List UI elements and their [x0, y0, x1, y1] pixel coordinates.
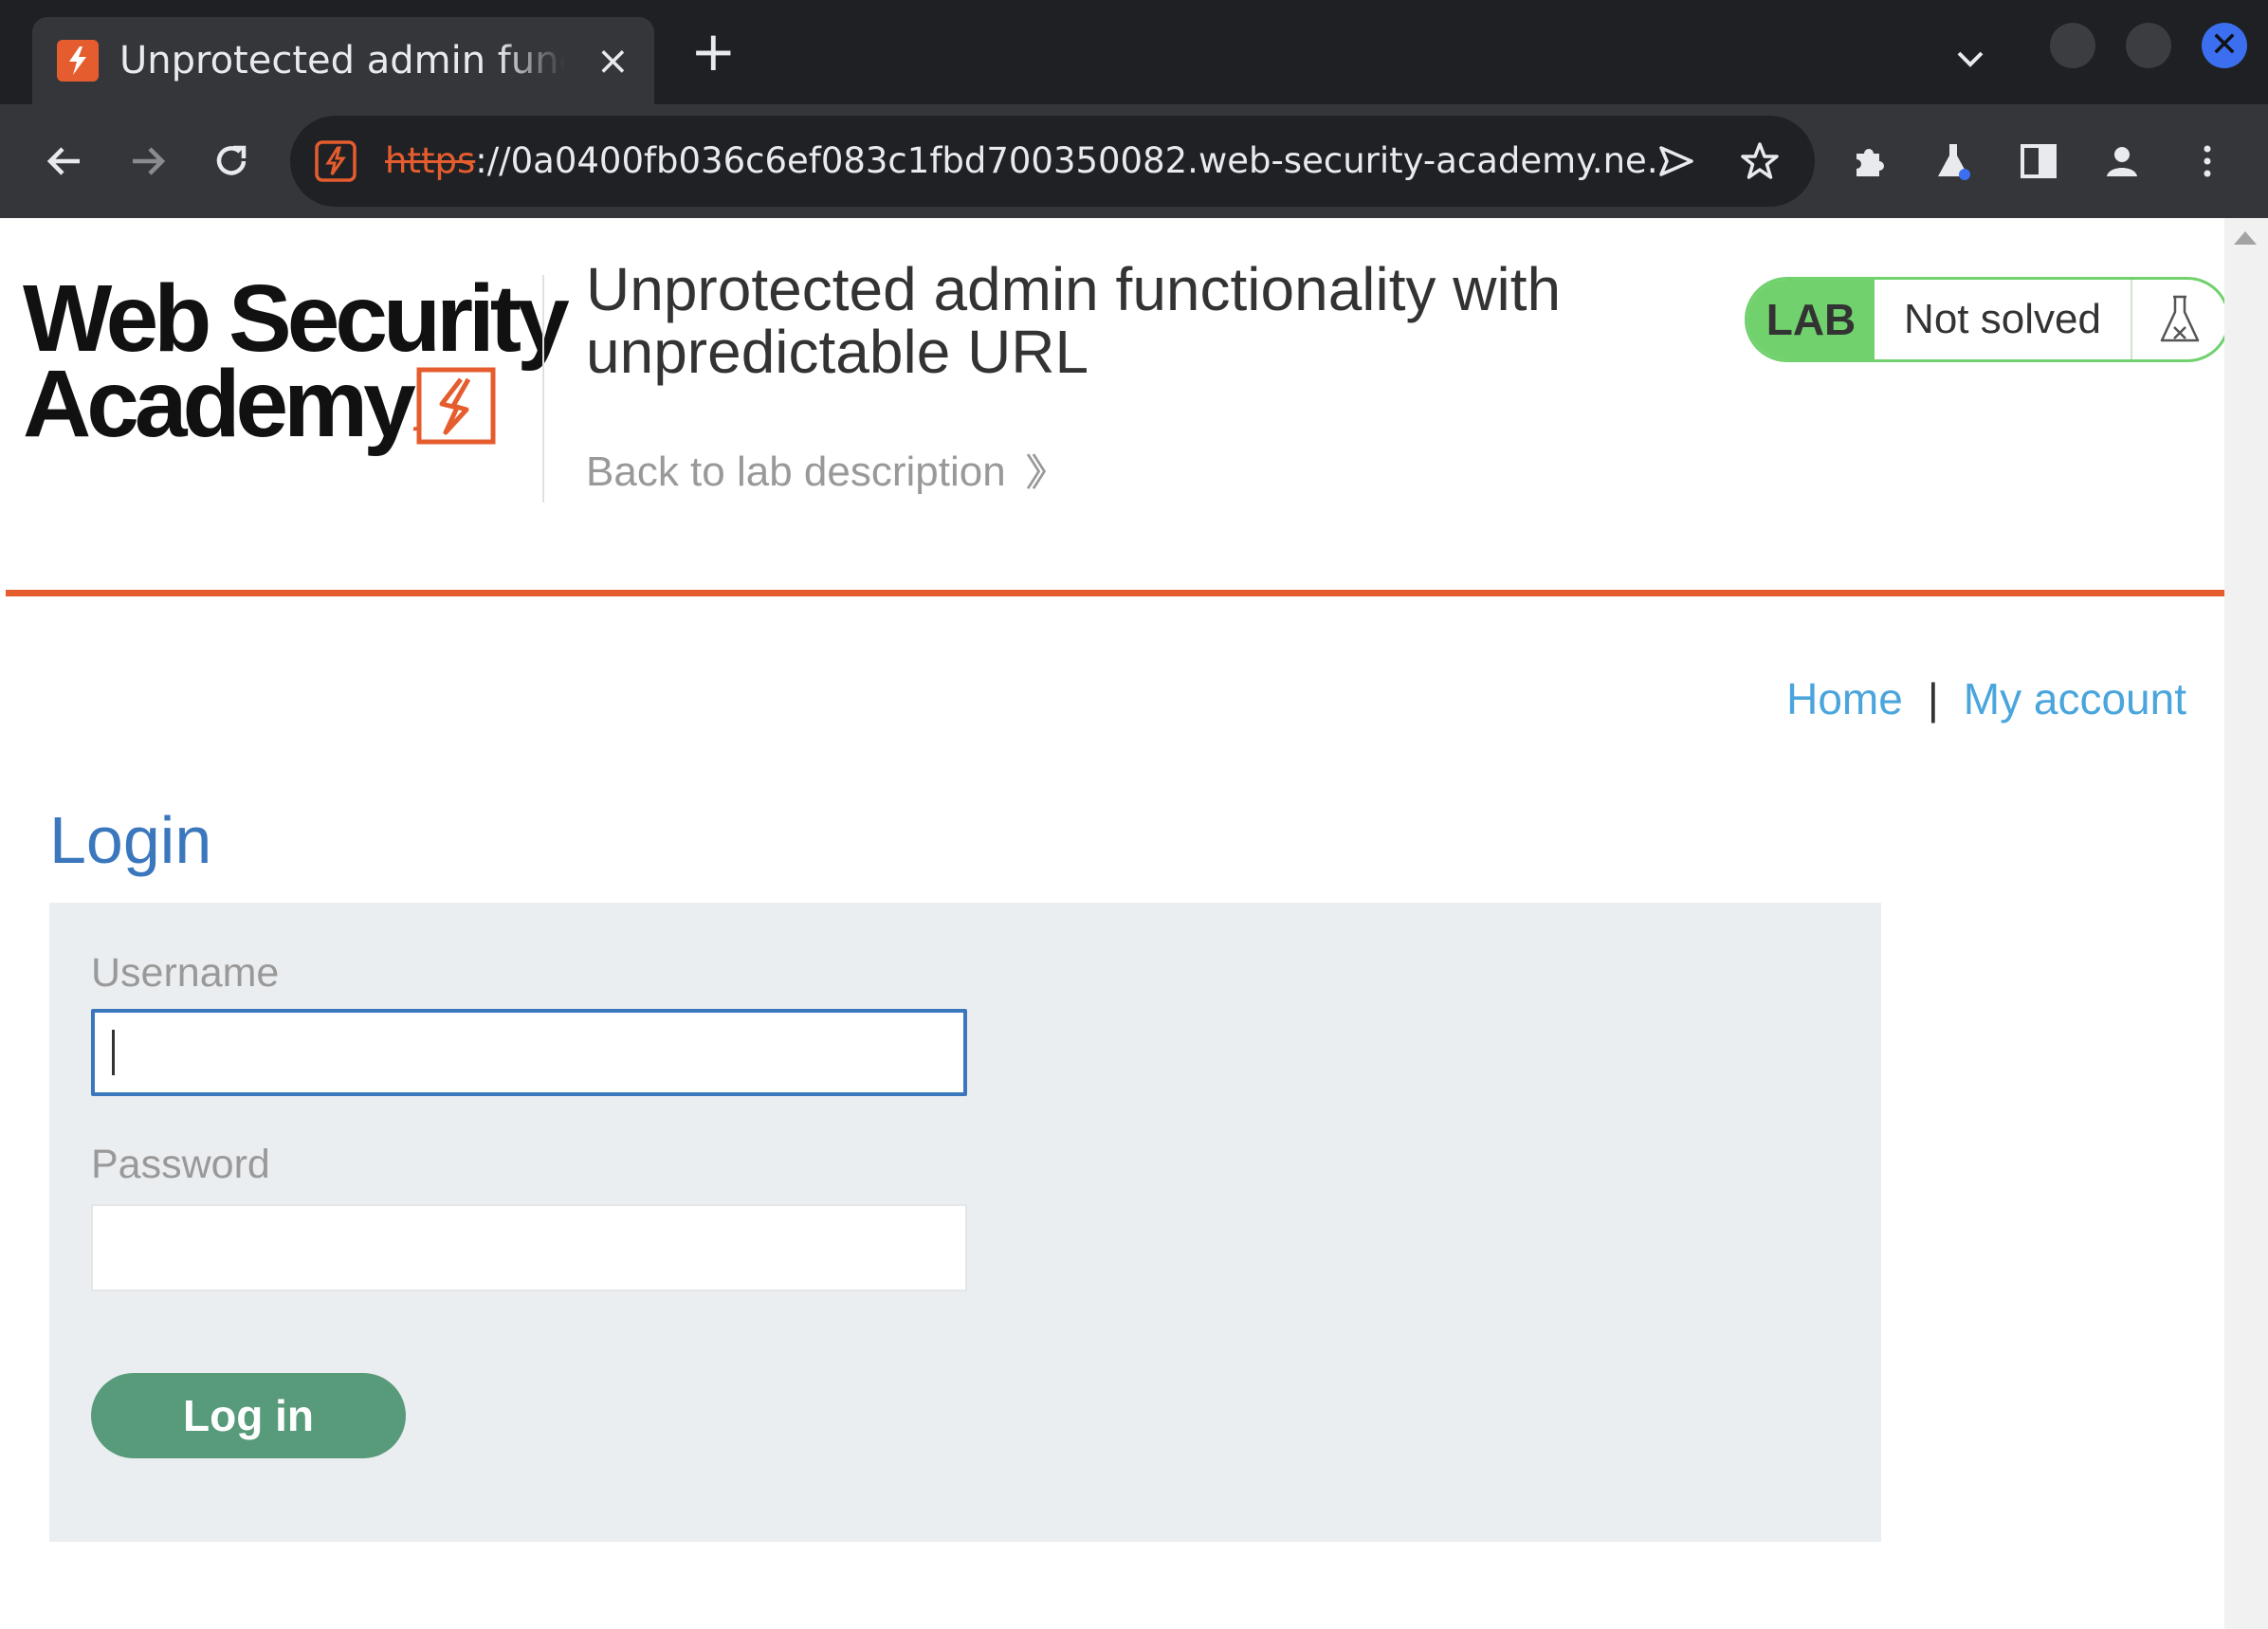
bookmark-star-icon[interactable]: [1731, 133, 1788, 190]
nav-separator: |: [1927, 674, 1939, 723]
logo-bolt-icon: [413, 367, 496, 445]
flask-not-solved-icon: [2132, 280, 2227, 359]
tab-search-chevron-icon[interactable]: [1949, 38, 1991, 80]
back-link-label: Back to lab description: [586, 448, 1006, 495]
login-button[interactable]: Log in: [91, 1373, 406, 1458]
password-label: Password: [91, 1142, 270, 1187]
web-security-academy-logo[interactable]: Web Security Academy: [15, 271, 570, 461]
header-divider: [542, 275, 544, 503]
maximize-window-button[interactable]: [2126, 23, 2171, 68]
top-navigation: Home | My account: [1786, 673, 2186, 724]
back-to-lab-description-link[interactable]: Back to lab description 〉〉: [586, 442, 1069, 497]
extensions-icon[interactable]: [1841, 133, 1898, 190]
labs-flask-icon[interactable]: [1925, 133, 1982, 190]
site-info-icon[interactable]: [313, 138, 358, 184]
address-bar[interactable]: https://0a0400fb036c6ef083c1fbd700350082…: [290, 116, 1815, 207]
browser-tab[interactable]: Unprotected admin functionality with unp…: [32, 17, 654, 104]
logo-line-2: Academy: [23, 351, 416, 457]
browser-toolbar: https://0a0400fb036c6ef083c1fbd700350082…: [0, 104, 2268, 218]
login-heading: Login: [49, 803, 212, 877]
lab-status-text: Not solved: [1875, 280, 2132, 359]
lab-favicon-icon: [57, 40, 99, 82]
side-panel-icon[interactable]: [2010, 133, 2067, 190]
home-link[interactable]: Home: [1786, 674, 1903, 723]
forward-icon[interactable]: [119, 133, 176, 190]
lab-status-widget: LAB Not solved: [1745, 277, 2230, 362]
close-window-button[interactable]: ✕: [2202, 23, 2247, 68]
profile-icon[interactable]: [2094, 133, 2150, 190]
url-scheme: https: [385, 140, 476, 181]
username-input[interactable]: [91, 1009, 967, 1096]
double-chevron-icon: 〉〉: [1024, 451, 1069, 495]
scroll-up-arrow-icon[interactable]: [2234, 231, 2257, 245]
password-input[interactable]: [91, 1204, 967, 1291]
lab-badge: LAB: [1747, 280, 1875, 359]
send-icon[interactable]: [1648, 133, 1705, 190]
reload-icon[interactable]: [203, 133, 260, 190]
tab-strip: Unprotected admin functionality with unp…: [0, 0, 2268, 104]
url-host: ://0a0400fb036c6ef083c1fbd700350082.web-…: [475, 140, 1655, 181]
my-account-link[interactable]: My account: [1964, 674, 2186, 723]
back-icon[interactable]: [36, 133, 93, 190]
lab-title: Unprotected admin functionality with unp…: [586, 255, 1562, 386]
minimize-window-button[interactable]: [2050, 23, 2095, 68]
url-text[interactable]: https://0a0400fb036c6ef083c1fbd700350082…: [385, 137, 1655, 186]
vertical-scrollbar[interactable]: [2224, 218, 2268, 1629]
header-accent-rule: [6, 590, 2224, 596]
tab-title: Unprotected admin functionality with unp…: [119, 39, 565, 82]
browser-chrome: Unprotected admin functionality with unp…: [0, 0, 2268, 218]
login-form-fields: Password Log in: [49, 903, 1881, 1542]
menu-icon[interactable]: [2179, 133, 2236, 190]
tab-close-icon[interactable]: ×: [596, 41, 630, 81]
new-tab-button[interactable]: +: [690, 24, 737, 79]
text-caret: [112, 1030, 115, 1075]
